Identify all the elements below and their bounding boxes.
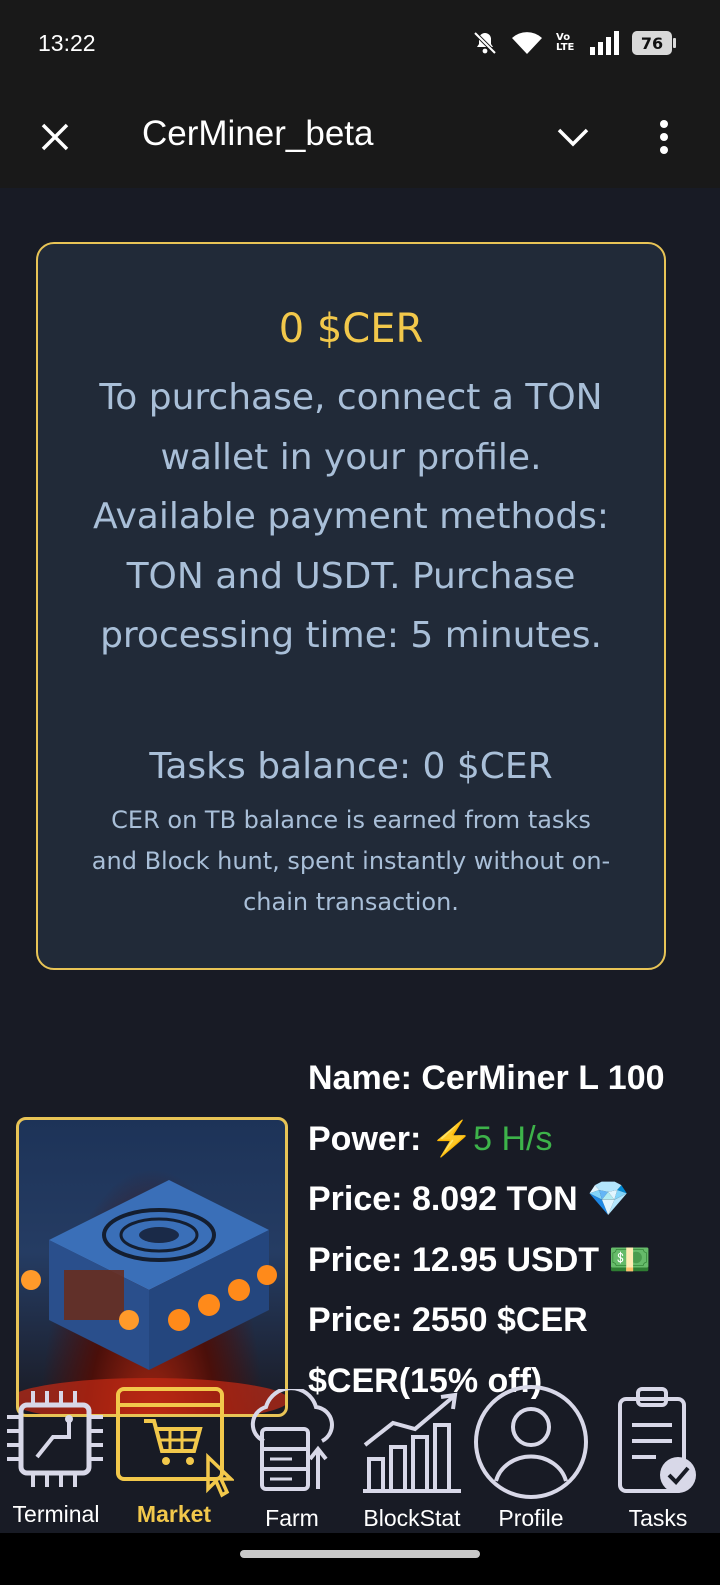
clipboard-icon — [618, 1387, 696, 1493]
nav-label-profile: Profile — [498, 1505, 564, 1531]
collapse-button[interactable] — [548, 112, 598, 162]
more-vertical-icon — [660, 120, 668, 154]
product-power: Power: ⚡5 H/s — [308, 1113, 665, 1174]
nav-item-terminal[interactable]: Terminal — [0, 1383, 112, 1533]
diamond-icon: 💎 — [587, 1180, 630, 1218]
nav-label-tasks: Tasks — [628, 1505, 688, 1531]
battery-icon: 76 — [632, 31, 676, 55]
power-label: Power: — [308, 1119, 422, 1158]
user-icon — [474, 1385, 588, 1499]
more-menu-button[interactable] — [644, 112, 684, 162]
chevron-down-icon — [557, 128, 589, 147]
signal-icon — [590, 31, 619, 55]
product-image[interactable] — [16, 1117, 288, 1417]
banknote-icon: 💵 — [608, 1240, 651, 1279]
cloud-server-icon — [250, 1389, 334, 1491]
nav-label-market: Market — [136, 1501, 212, 1527]
nav-label-blockstat: BlockStat — [363, 1505, 461, 1531]
system-nav-bar — [0, 1533, 720, 1585]
price-cer-line[interactable]: Price: 2550 $CER — [308, 1294, 665, 1355]
price-ton-line[interactable]: Price: 8.092 TON 💎 — [308, 1173, 665, 1234]
nav-item-blockstat[interactable]: BlockStat — [352, 1383, 472, 1533]
price-usdt-line[interactable]: Price: 12.95 USDT 💵 — [308, 1234, 665, 1295]
tasks-balance-note: CER on TB balance is earned from tasks a… — [91, 806, 611, 916]
wifi-icon — [512, 32, 542, 54]
purchase-instructions: To purchase, connect a TON wallet in you… — [92, 377, 610, 656]
cer-balance: 0 $CER — [278, 306, 424, 352]
nav-item-tasks[interactable]: Tasks — [596, 1383, 720, 1533]
lightning-icon: ⚡ — [430, 1119, 474, 1158]
close-icon — [41, 123, 69, 151]
app-header: CerMiner_beta — [0, 90, 720, 188]
product-name: Name: CerMiner L 100 — [308, 1059, 665, 1097]
bottom-nav: Terminal Market Farm BlockStat Profile T… — [0, 1383, 720, 1533]
tasks-balance: Tasks balance: 0 $CER — [149, 746, 553, 787]
nav-item-market[interactable]: Market — [114, 1383, 234, 1533]
status-time: 13:22 — [38, 30, 96, 56]
purchase-info-card: 0 $CER To purchase, connect a TON wallet… — [36, 242, 666, 970]
home-indicator[interactable] — [240, 1550, 480, 1558]
chip-icon — [7, 1391, 103, 1487]
mute-icon — [473, 31, 497, 55]
price-cer: Price: 2550 $CER — [308, 1301, 588, 1339]
nav-item-farm[interactable]: Farm — [240, 1383, 344, 1533]
nav-label-farm: Farm — [265, 1505, 319, 1531]
nav-label-terminal: Terminal — [12, 1501, 100, 1527]
nav-item-profile[interactable]: Profile — [470, 1383, 592, 1533]
status-icons: Vo LTE 76 — [472, 30, 676, 56]
cart-icon — [116, 1387, 234, 1498]
page-title: CerMiner_beta — [142, 114, 374, 153]
close-button[interactable] — [30, 112, 80, 162]
miner-device-image — [19, 1180, 285, 1414]
status-bar: 13:22 Vo LTE 76 — [0, 0, 720, 90]
product-details: Name: CerMiner L 100 Power: ⚡5 H/s Price… — [308, 1052, 665, 1415]
power-value: 5 H/s — [473, 1119, 553, 1158]
volte-label: Vo LTE — [556, 32, 575, 53]
chart-icon — [363, 1392, 461, 1493]
price-usdt: Price: 12.95 USDT — [308, 1240, 600, 1279]
price-ton: Price: 8.092 TON — [308, 1180, 578, 1218]
